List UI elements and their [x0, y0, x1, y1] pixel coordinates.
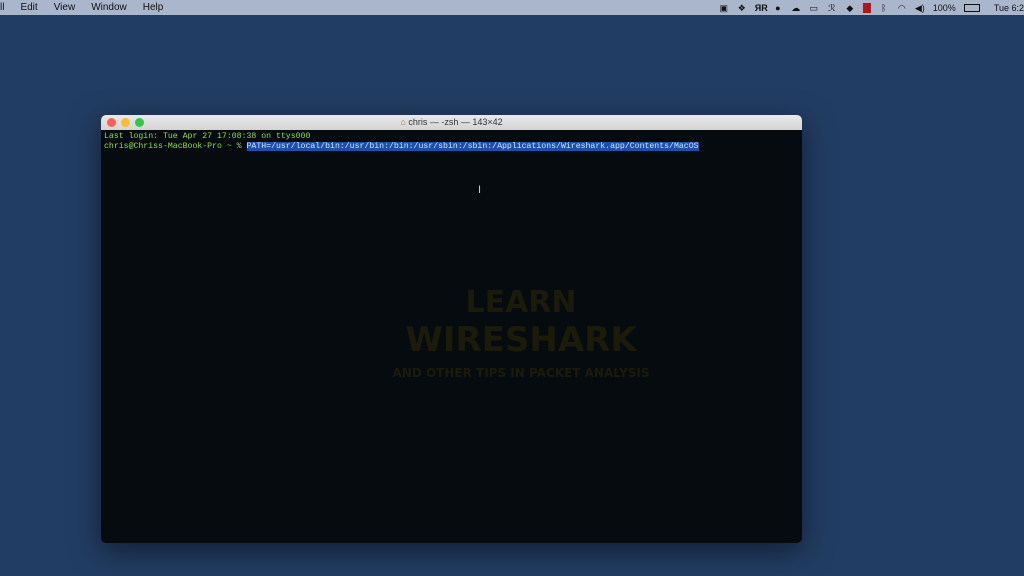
- watermark-logo: LEARN WIRESHARK AND OTHER TIPS IN PACKET…: [392, 285, 650, 380]
- scribble-icon[interactable]: ℛ: [827, 3, 837, 13]
- home-icon: ⌂: [400, 117, 406, 127]
- screen-icon[interactable]: ▭: [809, 3, 819, 13]
- command-line: chris@Chriss-MacBook-Pro ~ % PATH=/usr/l…: [104, 142, 799, 152]
- login-line: Last login: Tue Apr 27 17:08:38 on ttys0…: [104, 132, 311, 141]
- terminal-content[interactable]: Last login: Tue Apr 27 17:08:38 on ttys0…: [101, 130, 802, 154]
- dropbox-icon[interactable]: ❖: [737, 3, 747, 13]
- cube-icon[interactable]: ◆: [845, 3, 855, 13]
- menu-help[interactable]: Help: [143, 2, 164, 13]
- title-bar[interactable]: ⌂ chris — -zsh — 143×42: [101, 115, 802, 130]
- window-title: chris — -zsh — 143×42: [408, 117, 503, 127]
- zoom-button[interactable]: [135, 118, 144, 127]
- menu-view[interactable]: View: [54, 2, 76, 13]
- dollar-icon[interactable]: ●: [773, 3, 783, 13]
- text-cursor-icon: I: [478, 184, 482, 196]
- menu-app[interactable]: ll: [0, 2, 4, 13]
- menu-edit[interactable]: Edit: [20, 2, 37, 13]
- bluetooth-icon[interactable]: ᛒ: [879, 3, 889, 13]
- volume-icon[interactable]: ◀): [915, 3, 925, 13]
- terminal-window: ⌂ chris — -zsh — 143×42 Last login: Tue …: [101, 115, 802, 543]
- prompt: chris@Chriss-MacBook-Pro ~ %: [104, 142, 247, 151]
- menu-bar: ll Edit View Window Help ▣ ❖ ЯR ● ☁ ▭ ℛ …: [0, 0, 1024, 15]
- cloud-icon[interactable]: ☁: [791, 3, 801, 13]
- clock[interactable]: Tue 6:2: [994, 3, 1024, 13]
- sr-icon[interactable]: ЯR: [755, 3, 768, 13]
- red-box-icon[interactable]: [862, 2, 871, 13]
- menu-window[interactable]: Window: [91, 2, 127, 13]
- close-button[interactable]: [107, 118, 116, 127]
- minimize-button[interactable]: [121, 118, 130, 127]
- wifi-icon[interactable]: ◠: [897, 3, 907, 13]
- zoom-icon[interactable]: ▣: [719, 3, 729, 13]
- battery-percent: 100%: [932, 2, 956, 13]
- selected-command[interactable]: PATH=/usr/local/bin:/usr/bin:/bin:/usr/s…: [246, 142, 699, 151]
- battery-icon[interactable]: [963, 3, 980, 12]
